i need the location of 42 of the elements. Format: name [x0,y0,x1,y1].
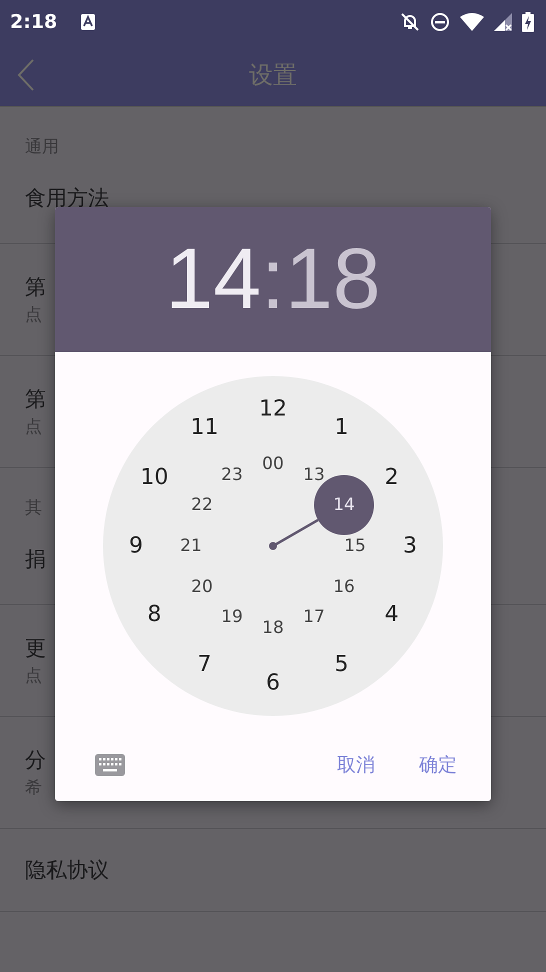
dial-number[interactable]: 15 [344,536,366,556]
dial-number[interactable]: 23 [221,464,243,485]
signal-icon [494,13,512,31]
status-time: 2:18 [10,11,58,33]
back-icon[interactable] [17,59,35,91]
dial-number[interactable]: 13 [303,464,325,485]
keyboard-icon[interactable] [95,754,125,776]
dial-number[interactable]: 8 [147,602,162,627]
row-title: 捐 [25,546,46,573]
do-not-disturb-icon [430,12,450,32]
dial-number[interactable]: 11 [190,414,218,440]
font-notification-icon [81,14,96,30]
wifi-icon [460,13,484,31]
row-title: 第 [25,386,46,413]
dial-number[interactable]: 16 [333,577,355,597]
bell-off-icon [400,12,420,32]
dial-number[interactable]: 6 [266,670,280,696]
row-title: 分 [25,747,46,774]
dial-number[interactable]: 19 [221,607,243,628]
dial-number[interactable]: 2 [384,465,399,490]
clock-hand[interactable] [269,518,319,550]
row-title: 隐私协议 [25,857,109,884]
dial-number[interactable]: 7 [198,652,212,678]
dial-number[interactable]: 12 [259,396,287,422]
dial-number[interactable]: 22 [191,495,213,515]
row-title: 第 [25,274,46,301]
dial-number[interactable]: 1 [334,414,348,440]
dial-number[interactable]: 10 [140,465,168,490]
row-title: 食用方法 [25,185,109,212]
dial-number[interactable]: 18 [262,618,284,638]
dial-number[interactable]: 14 [333,495,355,515]
dial-number[interactable]: 4 [384,602,399,627]
row-title: 更 [25,635,46,662]
dial-number[interactable]: 9 [129,534,143,558]
battery-charging-icon [522,12,534,32]
dial-number[interactable]: 3 [403,534,417,558]
dial-number[interactable]: 20 [191,577,213,597]
dial-number[interactable]: 17 [303,607,325,628]
clock-dial[interactable]: 12 1 2 3 4 5 6 7 8 9 10 11 00 13 14 15 16 17 18 19 20 21 22 23 [103,376,443,716]
dial-number[interactable]: 5 [334,652,348,678]
dial-number[interactable]: 21 [180,536,202,556]
dial-number[interactable]: 00 [262,454,284,474]
